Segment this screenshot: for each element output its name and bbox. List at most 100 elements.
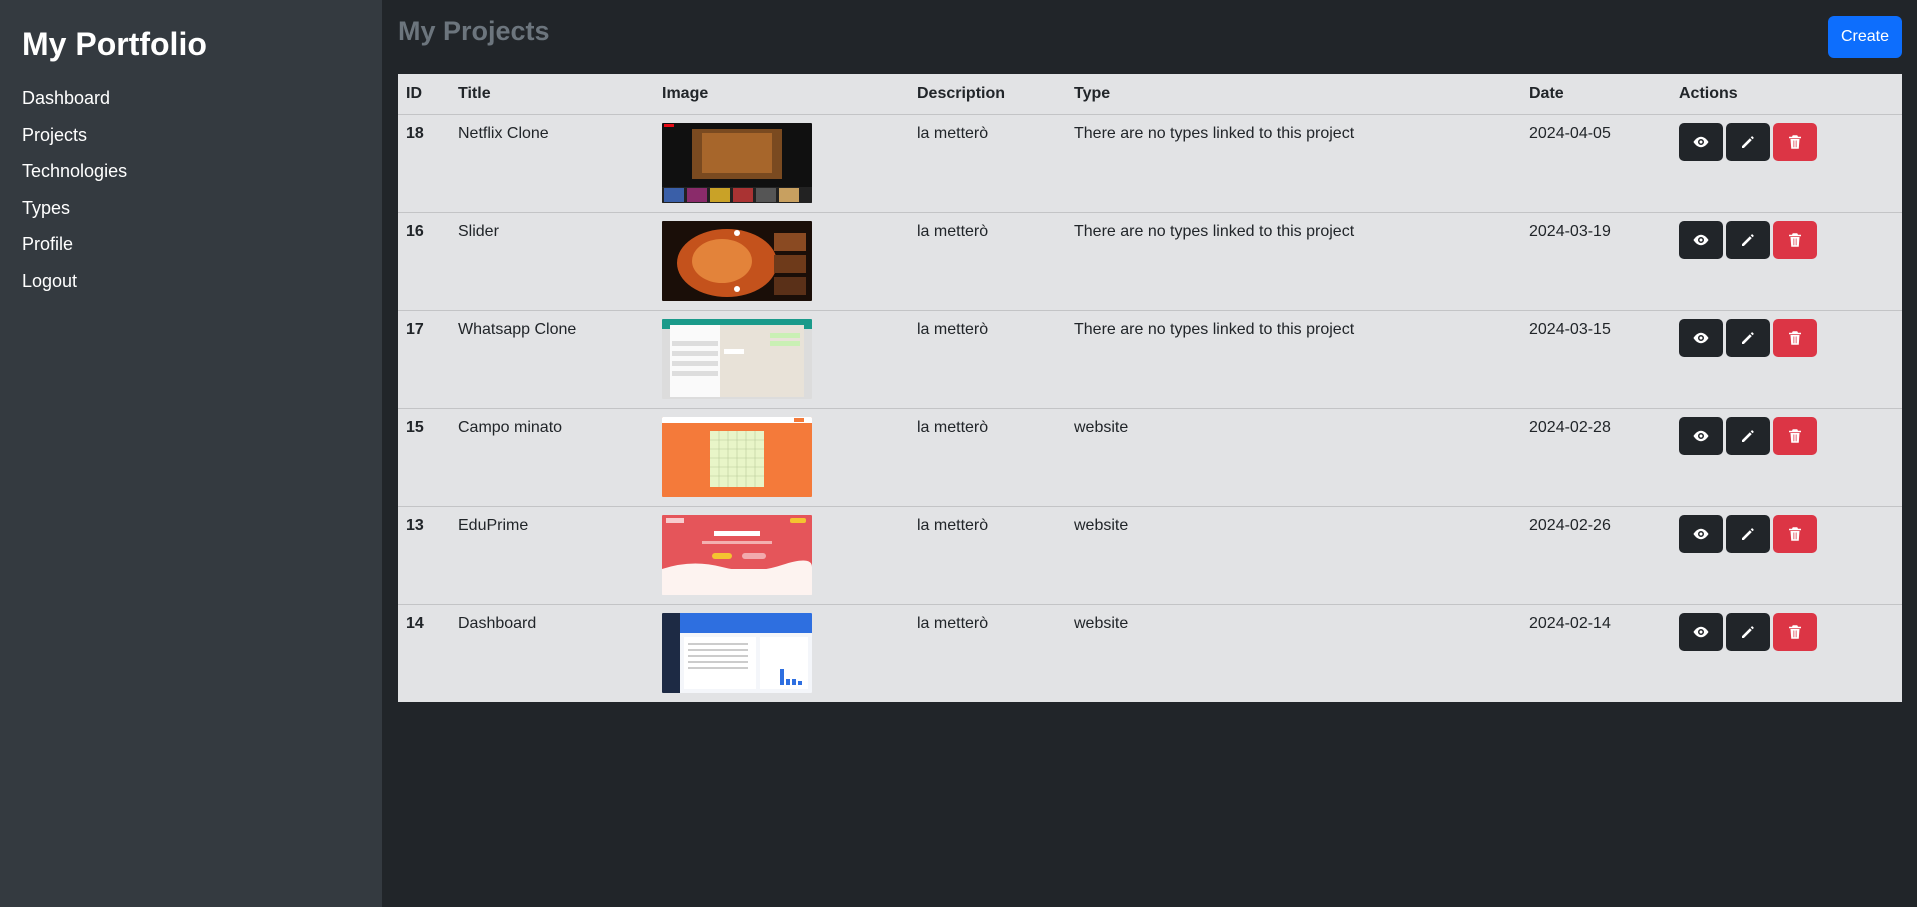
project-thumbnail — [662, 123, 812, 203]
edit-button[interactable] — [1726, 417, 1770, 455]
project-description: la metterò — [909, 114, 1066, 213]
table-row: 14 Dashboard la metterò website 2024-02-… — [398, 605, 1902, 703]
project-title: Whatsapp Clone — [450, 310, 654, 409]
project-date: 2024-02-28 — [1521, 408, 1671, 507]
sidebar: My Portfolio Dashboard Projects Technolo… — [0, 0, 382, 907]
trash-icon — [1789, 135, 1801, 149]
project-thumbnail — [662, 221, 812, 301]
pencil-icon — [1742, 332, 1754, 344]
view-button[interactable] — [1679, 613, 1723, 651]
view-button[interactable] — [1679, 417, 1723, 455]
project-type: website — [1074, 615, 1129, 632]
eye-icon — [1693, 626, 1709, 638]
projects-table-wrapper: ID Title Image Description Type Date Act… — [398, 74, 1902, 702]
view-button[interactable] — [1679, 515, 1723, 553]
project-id: 14 — [406, 615, 424, 632]
project-thumbnail — [662, 319, 812, 399]
sidebar-item-logout[interactable]: Logout — [22, 263, 360, 300]
main-content: My Projects Create ID Title Image Descri… — [382, 0, 1917, 907]
table-header-row: ID Title Image Description Type Date Act… — [398, 74, 1902, 115]
project-type: website — [1066, 408, 1521, 507]
project-title: Campo minato — [450, 408, 654, 507]
project-image-cell — [654, 212, 909, 311]
project-title: Slider — [450, 212, 654, 311]
edit-button[interactable] — [1726, 319, 1770, 357]
column-header-type: Type — [1066, 74, 1521, 115]
edit-button[interactable] — [1726, 515, 1770, 553]
pencil-icon — [1742, 626, 1754, 638]
project-actions — [1671, 212, 1902, 311]
project-description: la metterò — [909, 212, 1066, 311]
project-actions — [1671, 506, 1902, 605]
project-id: 15 — [398, 408, 450, 507]
delete-button[interactable] — [1773, 613, 1817, 651]
project-actions — [1671, 114, 1902, 213]
brand-title: My Portfolio — [22, 26, 207, 62]
table-row: 13 EduPrime la metterò website 2024-02-2… — [398, 506, 1902, 605]
project-type: There are no types linked to this projec… — [1066, 212, 1521, 311]
project-title: Netflix Clone — [450, 114, 654, 213]
project-date: 2024-02-26 — [1521, 506, 1671, 605]
project-id: 13 — [398, 506, 450, 605]
project-description: la metterò — [909, 408, 1066, 507]
delete-button[interactable] — [1773, 123, 1817, 161]
column-header-description: Description — [909, 74, 1066, 115]
delete-button[interactable] — [1773, 417, 1817, 455]
delete-button[interactable] — [1773, 319, 1817, 357]
trash-icon — [1789, 233, 1801, 247]
sidebar-item-types[interactable]: Types — [22, 190, 360, 227]
column-header-actions: Actions — [1671, 74, 1902, 115]
project-title: Dashboard — [458, 615, 537, 632]
project-thumbnail — [662, 613, 812, 693]
sidebar-nav: Dashboard Projects Technologies Types Pr… — [22, 80, 360, 299]
sidebar-item-dashboard[interactable]: Dashboard — [22, 80, 360, 117]
view-button[interactable] — [1679, 221, 1723, 259]
pencil-icon — [1742, 528, 1754, 540]
column-header-title: Title — [450, 74, 654, 115]
project-date: 2024-03-19 — [1521, 212, 1671, 311]
eye-icon — [1693, 528, 1709, 540]
pencil-icon — [1742, 234, 1754, 246]
project-description: la metterò — [917, 615, 989, 632]
column-header-date: Date — [1521, 74, 1671, 115]
delete-button[interactable] — [1773, 515, 1817, 553]
project-title: EduPrime — [450, 506, 654, 605]
project-actions — [1671, 408, 1902, 507]
project-date: 2024-02-14 — [1529, 615, 1611, 632]
project-actions — [1671, 310, 1902, 409]
table-row: 16 Slider la metterò There are no types … — [398, 212, 1902, 311]
edit-button[interactable] — [1726, 613, 1770, 651]
page-title: My Projects — [398, 16, 550, 46]
project-thumbnail — [662, 515, 812, 595]
project-id: 17 — [398, 310, 450, 409]
project-type: website — [1066, 506, 1521, 605]
trash-icon — [1789, 429, 1801, 443]
eye-icon — [1693, 430, 1709, 442]
project-id: 16 — [398, 212, 450, 311]
edit-button[interactable] — [1726, 123, 1770, 161]
pencil-icon — [1742, 136, 1754, 148]
view-button[interactable] — [1679, 319, 1723, 357]
eye-icon — [1693, 136, 1709, 148]
create-button[interactable]: Create — [1828, 16, 1902, 58]
sidebar-item-technologies[interactable]: Technologies — [22, 153, 360, 190]
trash-icon — [1789, 527, 1801, 541]
project-image-cell — [654, 605, 909, 703]
project-actions — [1671, 605, 1902, 703]
project-date: 2024-04-05 — [1521, 114, 1671, 213]
project-image-cell — [654, 506, 909, 605]
project-date: 2024-03-15 — [1521, 310, 1671, 409]
delete-button[interactable] — [1773, 221, 1817, 259]
project-image-cell — [654, 408, 909, 507]
project-image-cell — [654, 310, 909, 409]
project-thumbnail — [662, 417, 812, 497]
table-row: 18 Netflix Clone la metterò There are no… — [398, 114, 1902, 213]
trash-icon — [1789, 625, 1801, 639]
sidebar-item-profile[interactable]: Profile — [22, 226, 360, 263]
sidebar-item-projects[interactable]: Projects — [22, 117, 360, 154]
view-button[interactable] — [1679, 123, 1723, 161]
table-row: 15 Campo minato la metterò website 2024-… — [398, 408, 1902, 507]
column-header-id: ID — [398, 74, 450, 115]
project-description: la metterò — [909, 506, 1066, 605]
edit-button[interactable] — [1726, 221, 1770, 259]
